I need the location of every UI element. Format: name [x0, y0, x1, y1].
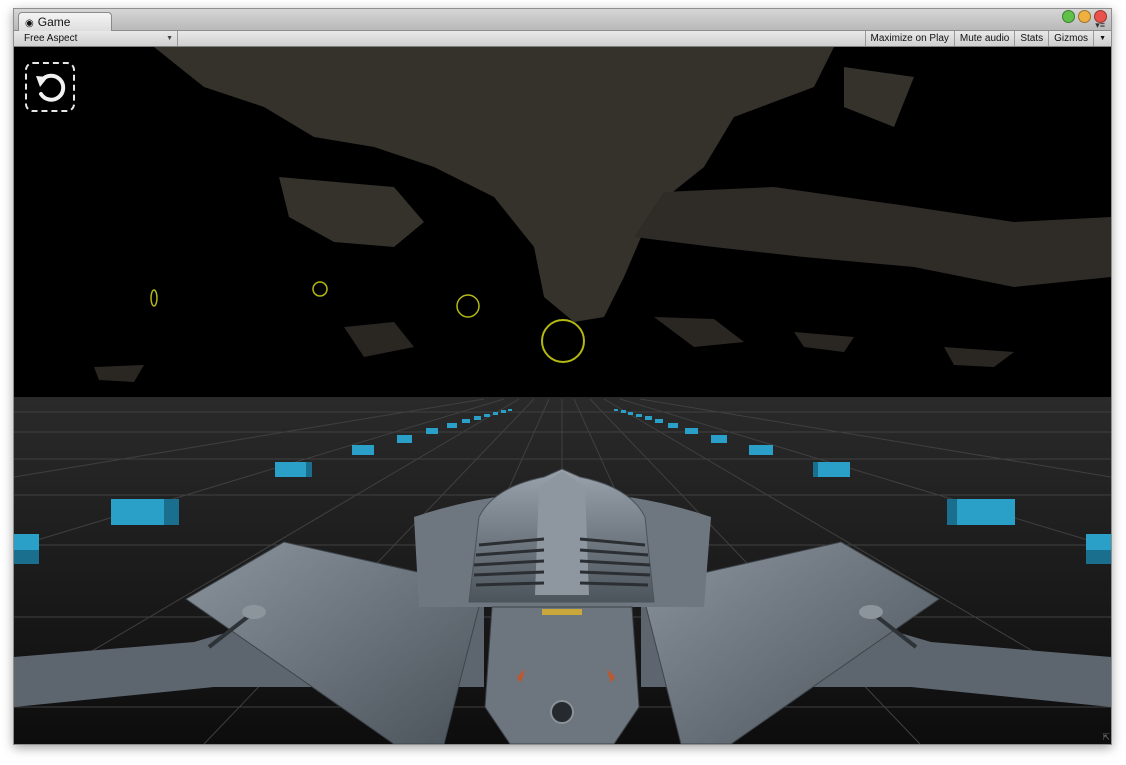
panel-menu-icon[interactable]: ▾≡: [1095, 21, 1105, 30]
right-cannon-tip: [859, 605, 883, 619]
restart-arrow-icon: [36, 73, 66, 102]
tab-bar: ◉ Game ▾≡: [14, 9, 1111, 31]
game-window: ◉ Game ▾≡ Free Aspect ▼ Maximize on Play …: [13, 8, 1112, 745]
warning-label: [542, 609, 582, 615]
gizmos-button[interactable]: Gizmos: [1048, 31, 1093, 46]
minimize-button[interactable]: [1078, 10, 1091, 23]
left-cannon-tip: [242, 605, 266, 619]
resize-grip-icon[interactable]: ⇱: [1102, 732, 1110, 743]
restart-button[interactable]: [25, 62, 75, 112]
stats-button[interactable]: Stats: [1014, 31, 1048, 46]
toolbar-right: Maximize on Play Mute audio Stats Gizmos…: [864, 31, 1111, 46]
tab-game[interactable]: ◉ Game: [18, 12, 112, 31]
aspect-label: Free Aspect: [24, 33, 78, 44]
mute-audio-button[interactable]: Mute audio: [953, 31, 1014, 46]
maximize-on-play-button[interactable]: Maximize on Play: [864, 31, 954, 46]
tab-title: Game: [37, 15, 71, 29]
aspect-dropdown[interactable]: Free Aspect ▼: [18, 31, 178, 46]
game-toolbar: Free Aspect ▼ Maximize on Play Mute audi…: [14, 31, 1111, 47]
game-scene: [14, 47, 1111, 744]
chevron-down-icon: ▼: [166, 35, 173, 42]
maximize-button[interactable]: [1062, 10, 1075, 23]
game-viewport[interactable]: [14, 47, 1111, 744]
ship-spine: [535, 471, 589, 595]
gizmos-dropdown-icon[interactable]: ▼: [1093, 31, 1111, 46]
unity-game-icon: ◉: [25, 18, 34, 29]
engine-exhaust: [550, 700, 574, 724]
